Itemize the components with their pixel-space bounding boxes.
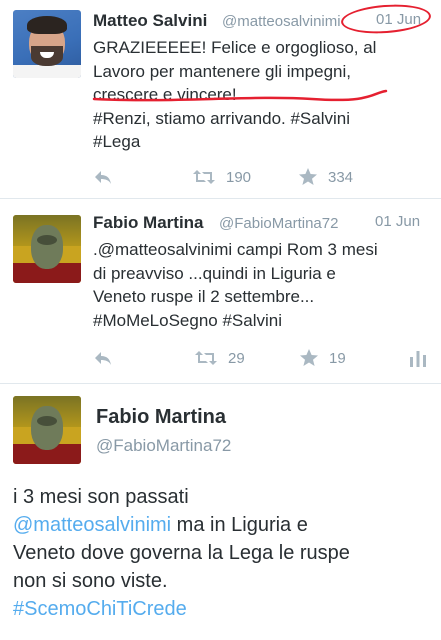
retweet-count: 190 bbox=[226, 168, 252, 186]
author-handle[interactable]: @FabioMartina72 bbox=[219, 215, 338, 232]
avatar-martina[interactable] bbox=[13, 215, 81, 283]
author-name[interactable]: Matteo Salvini bbox=[93, 11, 207, 31]
red-circle-annotation bbox=[340, 1, 432, 37]
stats-icon bbox=[410, 351, 426, 367]
avatar-martina[interactable] bbox=[13, 396, 81, 464]
favorite-button[interactable]: 19 bbox=[299, 347, 346, 369]
tweet-martina[interactable]: Fabio Martina @FabioMartina72 01 Jun .@m… bbox=[0, 199, 441, 384]
reply-button[interactable] bbox=[93, 166, 113, 188]
tweet-actions: 190 334 bbox=[0, 166, 441, 188]
reply-icon bbox=[95, 171, 111, 184]
reply-icon bbox=[95, 352, 111, 365]
tweet-text: i 3 mesi son passati @matteosalvinimi ma… bbox=[13, 486, 350, 620]
author-handle[interactable]: @matteosalvinimi bbox=[222, 13, 358, 30]
retweet-button[interactable]: 190 bbox=[192, 166, 251, 188]
author-name[interactable]: Fabio Martina bbox=[93, 213, 204, 233]
tweet-text: GRAZIEEEEE! Felice e orgoglioso, al Lavo… bbox=[93, 38, 377, 151]
favorite-count: 334 bbox=[328, 168, 354, 186]
stats-button[interactable] bbox=[409, 347, 427, 369]
mention-link[interactable]: @matteosalvinimi bbox=[13, 514, 171, 536]
star-icon bbox=[300, 349, 318, 366]
tweet-salvini[interactable]: Matteo Salvini @matteosalvinimi 01 Jun G… bbox=[0, 0, 441, 199]
avatar-salvini[interactable] bbox=[13, 10, 81, 78]
hashtag-link[interactable]: #ScemoChiTiCrede bbox=[13, 598, 187, 620]
tweet-martina-expanded[interactable]: Fabio Martina @FabioMartina72 i 3 mesi s… bbox=[0, 384, 441, 640]
star-icon bbox=[299, 168, 317, 185]
reply-button[interactable] bbox=[93, 347, 113, 369]
tweet-actions: 29 19 bbox=[0, 347, 441, 369]
retweet-button[interactable]: 29 bbox=[194, 347, 245, 369]
favorite-button[interactable]: 334 bbox=[298, 166, 353, 188]
tweet-date: 01 Jun bbox=[375, 213, 421, 230]
favorite-count: 19 bbox=[329, 349, 346, 367]
retweet-icon bbox=[195, 351, 217, 365]
author-name[interactable]: Fabio Martina bbox=[96, 406, 226, 429]
retweet-count: 29 bbox=[228, 349, 245, 367]
author-handle[interactable]: @FabioMartina72 bbox=[96, 436, 231, 456]
tweet-text: .@matteosalvinimi campi Rom 3 mesi di pr… bbox=[93, 240, 378, 330]
retweet-icon bbox=[193, 170, 215, 184]
